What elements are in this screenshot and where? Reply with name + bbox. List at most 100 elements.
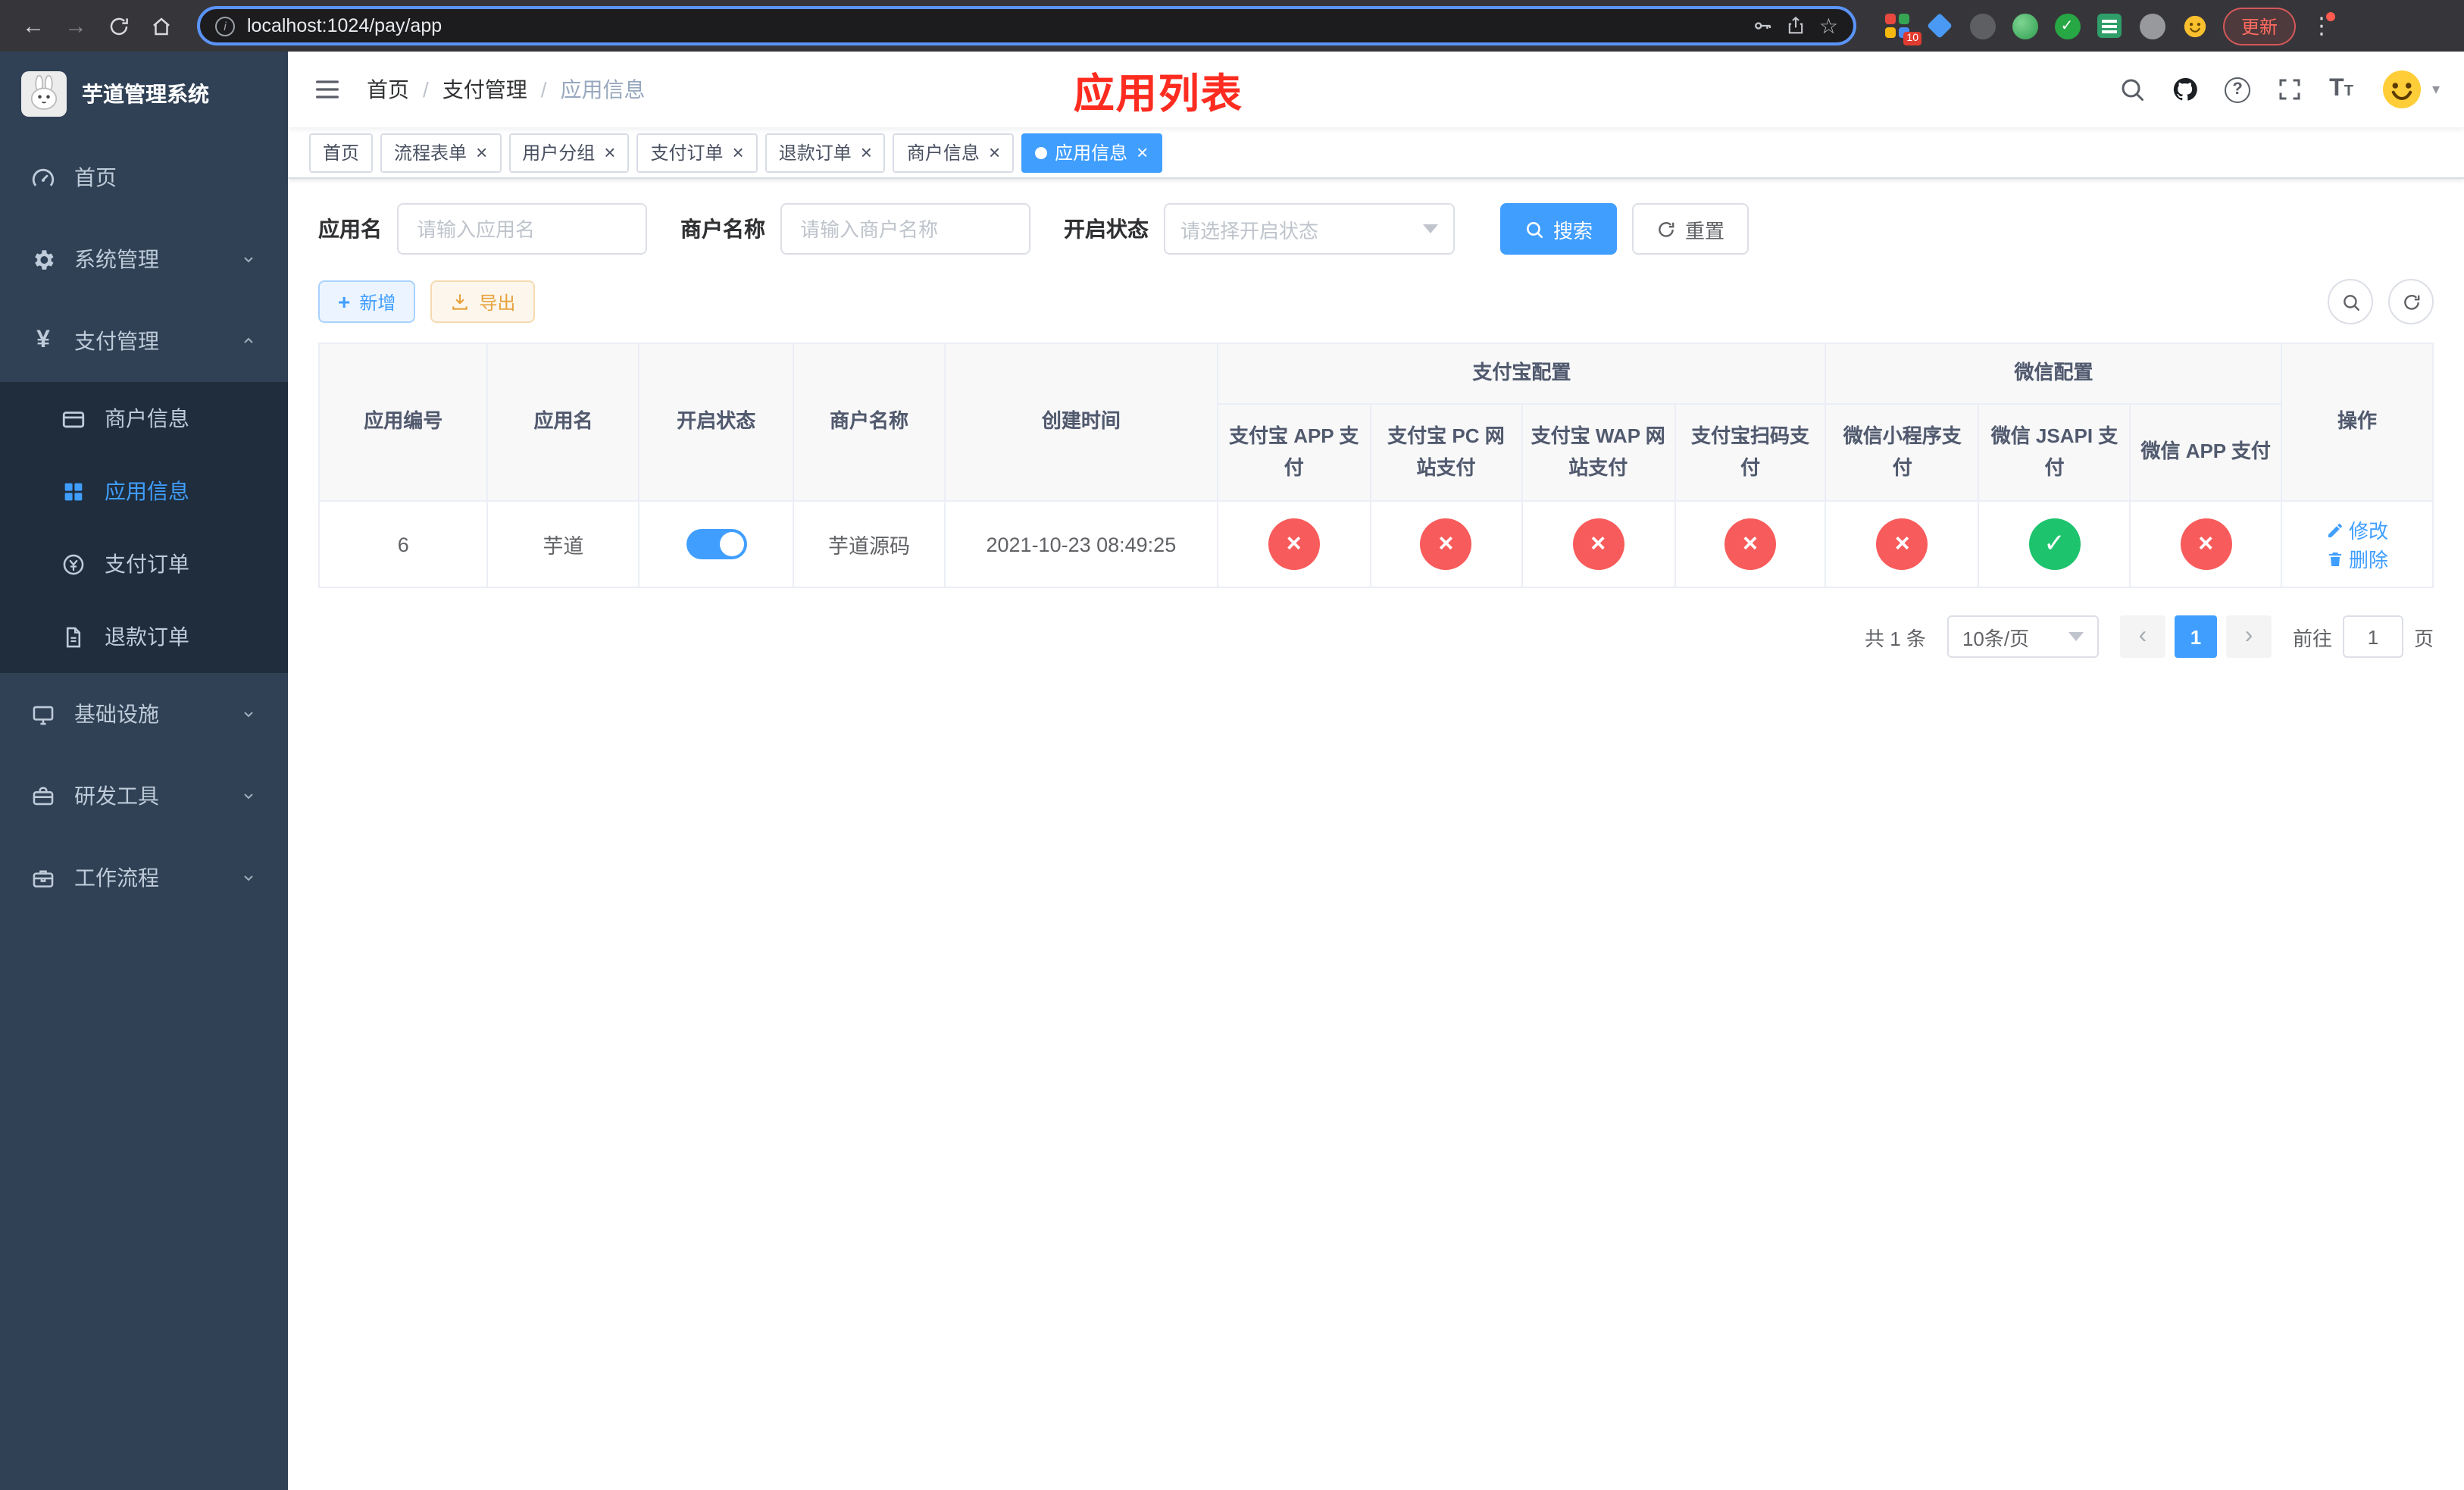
chevron-down-icon [2068, 632, 2084, 641]
search-icon[interactable] [2118, 76, 2146, 103]
tab-user-group[interactable]: 用户分组 × [508, 133, 630, 172]
font-size-icon[interactable]: TT [2329, 76, 2353, 103]
refresh-icon [2403, 294, 2419, 309]
sidebar-item-merchant-info[interactable]: 商户信息 [0, 382, 288, 455]
delete-link[interactable]: 删除 [2326, 544, 2388, 573]
extension-avatar-icon[interactable] [2011, 12, 2038, 39]
url-text[interactable]: localhost:1024/pay/app [247, 15, 1740, 36]
screen: ← → i localhost:1024/pay/app ☆ 10 ✓ 更新 ⋮… [0, 0, 2464, 1490]
extension-check-icon[interactable]: ✓ [2053, 12, 2081, 39]
close-icon[interactable]: × [1137, 142, 1148, 162]
sidebar-item-infrastructure[interactable]: 基础设施 [0, 673, 288, 755]
browser-toolbar: ← → i localhost:1024/pay/app ☆ 10 ✓ 更新 ⋮ [0, 0, 2464, 52]
extension-emoji-icon[interactable] [2181, 12, 2208, 39]
goto-page: 前往 页 [2293, 615, 2434, 658]
refresh-table-button[interactable] [2388, 279, 2434, 324]
pencil-icon [2328, 523, 2343, 537]
tab-home[interactable]: 首页 [309, 133, 374, 172]
tab-merchant-info[interactable]: 商户信息 × [893, 133, 1015, 172]
home-button[interactable] [142, 8, 179, 44]
sidebar-item-label: 工作流程 [74, 866, 159, 890]
table-toolbar: + 新增 导出 [318, 279, 2434, 324]
status-toggle[interactable] [686, 529, 747, 559]
breadcrumb: 首页 支付管理 应用信息 [367, 74, 646, 105]
wechat-mini-status-icon: × [1876, 518, 1928, 570]
extension-puzzle-icon[interactable] [2138, 12, 2165, 39]
close-icon[interactable]: × [733, 142, 744, 162]
prev-page-button[interactable]: ‹ [2119, 615, 2165, 658]
app-table: 应用编号 应用名 开启状态 商户名称 创建时间 支付宝配置 微信配置 操作 支付… [317, 343, 2434, 588]
sidebar-item-workflow[interactable]: 工作流程 [0, 837, 288, 919]
next-page-button[interactable]: › [2225, 615, 2272, 658]
hamburger-icon[interactable] [312, 74, 342, 105]
page-buttons: ‹ 1 › [2119, 615, 2272, 658]
sidebar-item-payment[interactable]: ¥ 支付管理 [0, 300, 288, 382]
sidebar-item-home[interactable]: 首页 [0, 136, 288, 218]
update-notification-dot [2326, 12, 2336, 21]
trash-icon [2329, 552, 2342, 565]
col-created: 创建时间 [943, 343, 1218, 502]
tab-payment-orders[interactable]: 支付订单 × [636, 133, 758, 172]
sidebar-item-system[interactable]: 系统管理 [0, 218, 288, 300]
reload-button[interactable] [100, 8, 136, 44]
page-1-button[interactable]: 1 [2174, 615, 2217, 658]
extension-grid-icon[interactable]: 10 [1884, 12, 1921, 45]
search-button[interactable]: 搜索 [1500, 203, 1618, 255]
status-select[interactable]: 请选择开启状态 [1164, 203, 1455, 255]
share-icon[interactable] [1786, 15, 1807, 36]
fullscreen-icon[interactable] [2276, 76, 2303, 103]
forward-button[interactable]: → [58, 8, 94, 44]
address-bar[interactable]: i localhost:1024/pay/app ☆ [197, 6, 1856, 45]
tab-app-info[interactable]: 应用信息 × [1021, 133, 1162, 172]
edit-link[interactable]: 修改 [2326, 515, 2388, 544]
chevron-up-icon [244, 337, 253, 343]
chevron-down-icon [244, 794, 253, 800]
chevron-down-icon [1423, 224, 1438, 233]
page-size-value: 10条/页 [1962, 627, 2030, 650]
add-button[interactable]: + 新增 [318, 280, 416, 323]
github-icon[interactable] [2172, 76, 2199, 103]
extension-dark-icon[interactable] [1968, 12, 1996, 39]
sidebar-item-payment-orders[interactable]: 支付订单 [0, 527, 288, 600]
site-info-icon[interactable]: i [215, 16, 235, 36]
breadcrumb-payment[interactable]: 支付管理 [442, 74, 561, 105]
merchant-name-input[interactable] [780, 203, 1030, 255]
extension-diamond-icon[interactable] [1926, 12, 1953, 39]
col-status: 开启状态 [638, 343, 795, 502]
close-icon[interactable]: × [989, 142, 1000, 162]
app-name-input[interactable] [397, 203, 647, 255]
plus-icon: + [338, 290, 351, 314]
page-content: 应用名 商户名称 开启状态 请选择开启状态 [288, 179, 2464, 1490]
back-button[interactable]: ← [15, 8, 52, 44]
app-logo-row[interactable]: 芋道管理系统 [0, 52, 288, 136]
reset-button[interactable]: 重置 [1632, 203, 1750, 255]
extension-docs-icon[interactable] [2096, 12, 2123, 39]
breadcrumb-home[interactable]: 首页 [367, 74, 442, 105]
goto-page-input[interactable] [2342, 615, 2403, 658]
diamond-icon [1927, 13, 1953, 39]
sidebar-item-app-info[interactable]: 应用信息 [0, 455, 288, 527]
browser-menu-button[interactable]: ⋮ [2308, 12, 2336, 39]
sidebar-item-refund-orders[interactable]: 退款订单 [0, 600, 288, 673]
toggle-search-button[interactable] [2328, 279, 2373, 324]
tab-process-form[interactable]: 流程表单 × [380, 133, 502, 172]
page-title: 应用列表 [1073, 70, 1243, 116]
sidebar-item-dev-tools[interactable]: 研发工具 [0, 755, 288, 837]
export-button[interactable]: 导出 [430, 280, 536, 323]
page-size-select[interactable]: 10条/页 [1946, 615, 2099, 658]
chrome-update-button[interactable]: 更新 [2223, 7, 2297, 45]
password-key-icon[interactable] [1753, 15, 1774, 36]
col-app-id: 应用编号 [317, 343, 489, 502]
bookmark-star-icon[interactable]: ☆ [1819, 13, 1838, 39]
col-group-alipay: 支付宝配置 [1216, 343, 1827, 405]
user-avatar[interactable]: ▾ [2379, 67, 2440, 112]
sidebar-item-label: 系统管理 [74, 247, 159, 271]
grid-icon [64, 482, 83, 500]
tab-refund-orders[interactable]: 退款订单 × [765, 133, 886, 172]
close-icon[interactable]: × [476, 142, 487, 162]
help-icon[interactable]: ? [2225, 77, 2251, 102]
col-group-wechat: 微信配置 [1825, 343, 2283, 405]
app-name-label: 应用名 [318, 217, 382, 241]
close-icon[interactable]: × [861, 142, 872, 162]
close-icon[interactable]: × [604, 142, 615, 162]
